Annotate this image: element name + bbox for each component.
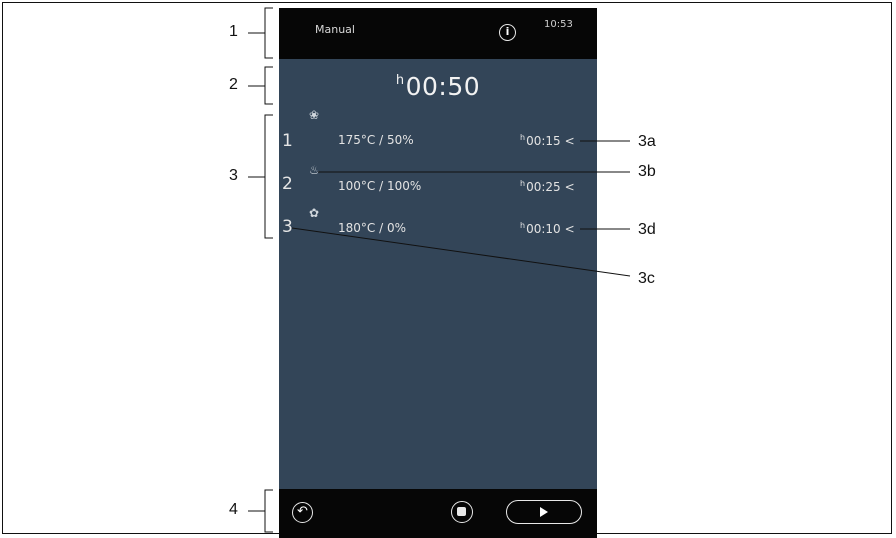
bracket-4 (264, 489, 273, 533)
callout-label-3a: 3a (638, 133, 656, 150)
callout-lines (248, 7, 631, 533)
callout-label-2: 2 (229, 76, 238, 93)
bracket-2 (264, 66, 273, 105)
callout-label-4: 4 (229, 501, 238, 518)
callout-label-1: 1 (229, 23, 238, 40)
callout-label-3d: 3d (638, 221, 656, 238)
bracket-1 (264, 7, 273, 59)
callout-label-3c: 3c (638, 270, 655, 287)
callout-label-3b: 3b (638, 163, 656, 180)
callout-label-3: 3 (229, 167, 238, 184)
leader-3c (291, 227, 631, 277)
bracket-3 (264, 114, 273, 239)
